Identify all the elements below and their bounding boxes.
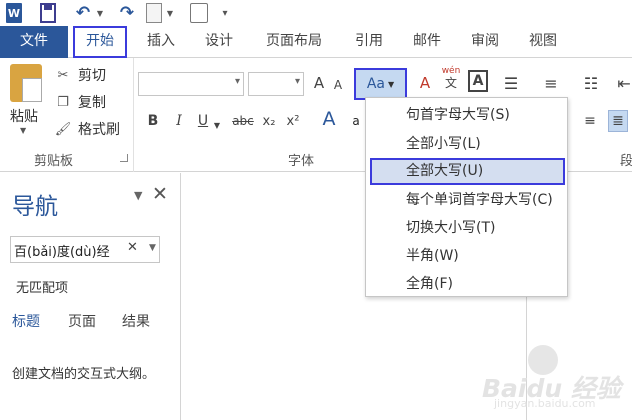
nav-tab-results[interactable]: 结果 [122, 311, 150, 331]
character-border-icon[interactable]: A [468, 70, 488, 92]
menu-item-full-width[interactable]: 全角(F) [370, 271, 565, 298]
paragraph-group-label: 段 [620, 154, 632, 169]
copy-label: 复制 [78, 95, 106, 111]
align-right-icon[interactable]: ≡ [580, 110, 600, 132]
grow-font-icon[interactable]: A [310, 72, 328, 94]
chevron-down-icon: ▼ [388, 79, 395, 89]
baidu-watermark: Baidu 经验 jingyan.baidu.com [478, 345, 628, 415]
tab-view[interactable]: 视图 [516, 26, 570, 58]
copy-button[interactable]: ❐ 复制 [54, 91, 106, 113]
italic-icon[interactable]: I [170, 110, 188, 132]
numbering-icon[interactable]: ≡ [538, 72, 564, 94]
font-size-input[interactable] [248, 72, 304, 96]
strikethrough-icon[interactable]: abc [230, 110, 256, 132]
paste-button[interactable]: 粘贴 [10, 106, 38, 126]
cut-label: 剪切 [78, 68, 106, 84]
undo-icon[interactable]: ↶ [72, 3, 94, 23]
multilevel-list-icon[interactable]: ☷ [578, 72, 604, 94]
nav-tab-headings[interactable]: 标题 [12, 311, 40, 331]
underline-icon[interactable]: U [194, 110, 212, 132]
save-icon[interactable] [40, 3, 56, 23]
cut-button[interactable]: ✂ 剪切 [54, 64, 106, 86]
menu-item-uppercase[interactable]: 全部大写(U) [370, 158, 565, 185]
bold-icon[interactable]: B [144, 110, 162, 132]
tab-layout[interactable]: 页面布局 [254, 26, 334, 58]
menu-item-half-width[interactable]: 半角(W) [370, 243, 565, 270]
tab-insert[interactable]: 插入 [134, 26, 188, 58]
nav-options-icon[interactable]: ▼ [134, 189, 142, 202]
menu-item-toggle-case[interactable]: 切换大小写(T) [370, 215, 565, 242]
watermark-url: jingyan.baidu.com [494, 397, 596, 410]
clear-formatting-icon[interactable]: A [416, 72, 434, 94]
phonetic-guide-button[interactable]: wén 文 [438, 66, 464, 90]
tab-design[interactable]: 设计 [192, 26, 246, 58]
paste-dropdown-icon[interactable]: ▼ [20, 126, 26, 135]
underline-dropdown-icon[interactable]: ▼ [212, 114, 222, 136]
nav-tab-pages[interactable]: 页面 [68, 311, 96, 331]
redo-icon[interactable]: ↷ [116, 3, 138, 23]
scissors-icon: ✂ [57, 67, 69, 83]
copy-icon: ❐ [57, 94, 69, 110]
bullets-icon[interactable]: ☰ [498, 72, 524, 94]
change-case-menu: 句首字母大写(S) 全部小写(L) 全部大写(U) 每个单词首字母大写(C) 切… [365, 97, 568, 297]
no-match-text: 无匹配项 [16, 281, 69, 296]
word-icon: W [6, 3, 22, 23]
superscript-icon[interactable]: x² [284, 110, 302, 132]
clear-search-icon[interactable]: ✕ [127, 240, 138, 255]
tab-file[interactable]: 文件 [0, 26, 68, 58]
font-group-label: 字体 [288, 154, 315, 169]
nav-title: 导航 [12, 194, 58, 220]
search-dropdown-icon[interactable]: ▼ [149, 243, 156, 253]
clipboard-group: 粘贴 ▼ ✂ 剪切 ❐ 复制 🖌 格式刷 剪贴板 [0, 58, 134, 172]
tab-review[interactable]: 审阅 [458, 26, 512, 58]
touch-mode-icon[interactable] [190, 3, 208, 23]
change-case-button[interactable]: Aa ▼ [354, 68, 407, 100]
shrink-font-icon[interactable]: A [330, 74, 346, 96]
tab-home[interactable]: 开始 [73, 26, 127, 58]
ribbon-tabs: 文件 开始 插入 设计 页面布局 引用 邮件 审阅 视图 [0, 26, 632, 58]
font-name-input[interactable] [138, 72, 244, 96]
preview-dropdown-icon[interactable]: ▼ [166, 3, 174, 23]
clipboard-group-label: 剪贴板 [34, 154, 74, 169]
customize-toolbar-icon[interactable]: ▾ [220, 3, 230, 23]
change-case-label: Aa [366, 76, 385, 92]
tab-references[interactable]: 引用 [342, 26, 396, 58]
justify-icon[interactable]: ≣ [608, 110, 628, 132]
menu-item-capitalize-each-word[interactable]: 每个单词首字母大写(C) [370, 187, 565, 214]
undo-dropdown-icon[interactable]: ▼ [96, 3, 104, 23]
tab-mailings[interactable]: 邮件 [400, 26, 454, 58]
navigation-pane: 导航 ▼ ✕ 百(bǎi)度(dù)经 ✕ ▼ 无匹配项 标题 页面 结果 创建… [0, 173, 181, 420]
subscript-icon[interactable]: x₂ [260, 110, 278, 132]
nav-description: 创建文档的交互式大纲。 [12, 367, 156, 382]
phonetic-bottom: 文 [444, 76, 457, 90]
menu-item-sentence-case[interactable]: 句首字母大写(S) [370, 102, 565, 129]
close-icon[interactable]: ✕ [152, 183, 168, 205]
clipboard-launcher-icon[interactable] [120, 154, 128, 162]
highlight-icon[interactable]: a [350, 110, 362, 132]
quick-access-toolbar: W ↶ ▼ ↷ ▼ ▾ [0, 0, 632, 26]
paste-icon[interactable] [10, 64, 42, 102]
nav-search-value: 百(bǎi)度(dù)经 [14, 245, 110, 260]
text-effects-icon[interactable]: A [318, 108, 340, 130]
paintbrush-icon: 🖌 [54, 121, 72, 137]
print-preview-icon[interactable] [146, 3, 162, 23]
menu-item-lowercase[interactable]: 全部小写(L) [370, 131, 565, 158]
format-painter-button[interactable]: 🖌 格式刷 [54, 118, 120, 140]
format-painter-label: 格式刷 [78, 122, 120, 138]
decrease-indent-icon[interactable]: ⇤ [614, 72, 632, 94]
nav-search-input[interactable]: 百(bǎi)度(dù)经 ✕ ▼ [10, 236, 160, 263]
